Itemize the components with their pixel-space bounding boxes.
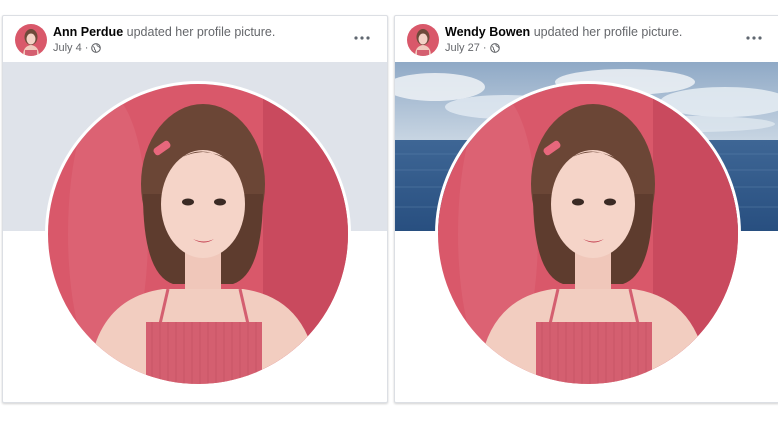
meta-separator: · xyxy=(84,42,89,54)
more-options-icon xyxy=(354,36,370,40)
profile-portrait-image xyxy=(438,84,738,384)
globe-icon[interactable] xyxy=(91,43,102,53)
post-header: Ann Perdue updated her profile picture. … xyxy=(3,16,387,62)
post-title-line: Ann Perdue updated her profile picture. xyxy=(53,25,275,39)
post-date[interactable]: July 27 xyxy=(445,42,480,54)
post-date[interactable]: July 4 xyxy=(53,42,82,54)
profile-picture[interactable] xyxy=(435,81,741,387)
more-options-icon xyxy=(746,36,762,40)
author-name[interactable]: Ann Perdue xyxy=(53,25,123,39)
more-options-button[interactable] xyxy=(741,30,767,46)
post-card: Ann Perdue updated her profile picture. … xyxy=(2,15,388,403)
more-options-button[interactable] xyxy=(349,30,375,46)
post-title-line: Wendy Bowen updated her profile picture. xyxy=(445,25,682,39)
profile-portrait-image xyxy=(48,84,348,384)
meta-separator: · xyxy=(482,42,487,54)
author-avatar[interactable] xyxy=(15,24,47,56)
post-action-text: updated her profile picture. xyxy=(126,25,276,39)
globe-icon[interactable] xyxy=(489,43,500,53)
post-meta: July 27 · xyxy=(445,42,500,54)
profile-picture[interactable] xyxy=(45,81,351,387)
author-name[interactable]: Wendy Bowen xyxy=(445,25,530,39)
post-card: Wendy Bowen updated her profile picture.… xyxy=(394,15,778,403)
author-avatar[interactable] xyxy=(407,24,439,56)
post-header: Wendy Bowen updated her profile picture.… xyxy=(395,16,778,62)
post-meta: July 4 · xyxy=(53,42,102,54)
post-action-text: updated her profile picture. xyxy=(533,25,683,39)
